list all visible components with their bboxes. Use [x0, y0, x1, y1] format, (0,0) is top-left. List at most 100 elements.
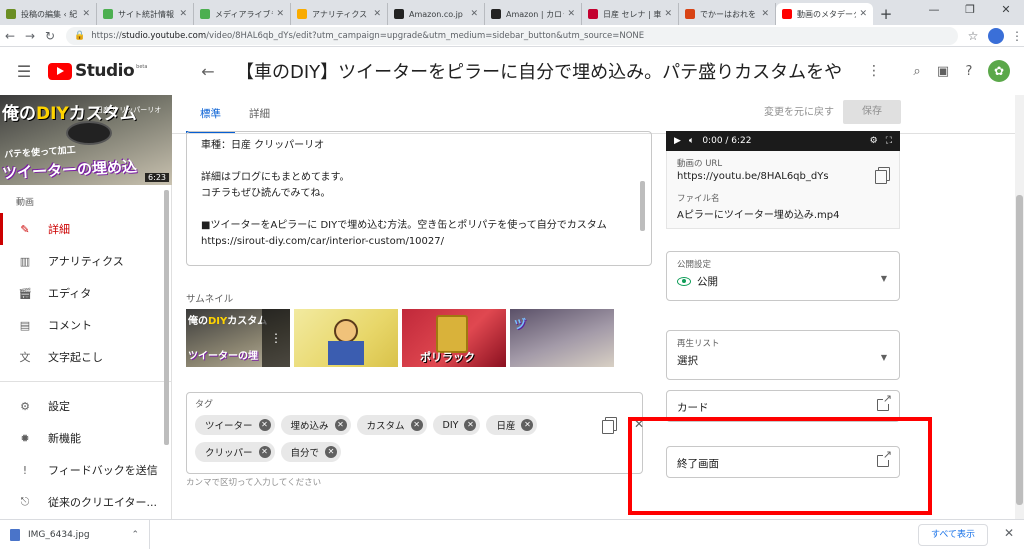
sidebar-item-comments[interactable]: ▤ コメント [0, 309, 172, 341]
close-tab-icon[interactable]: ✕ [567, 9, 575, 19]
tag-chip[interactable]: ツイーター ✕ [195, 415, 275, 435]
create-video-icon[interactable]: ▣ [930, 64, 956, 79]
thumb-text: DIY [208, 316, 228, 327]
close-tab-icon[interactable]: ✕ [82, 9, 90, 19]
url-field[interactable]: 🔒 https://studio.youtube.com/video/8HAL6… [66, 26, 958, 45]
thumbnail-menu-icon[interactable]: ⋮ [262, 309, 290, 367]
tag-chip[interactable]: DIY ✕ [432, 415, 481, 435]
hamburger-menu-icon[interactable]: ☰ [0, 62, 48, 81]
remove-tag-icon[interactable]: ✕ [334, 419, 347, 431]
sidebar-item-label: エディタ [48, 287, 92, 300]
sidebar-item-settings[interactable]: ⚙ 設定 [0, 390, 172, 422]
browser-tab[interactable]: でかーはおれを ✕ [679, 3, 776, 25]
video-thumbnail[interactable]: 俺のDIYカスタム 日産 クリッパーリオ パテを使って加工 ツイーターの埋め込 … [0, 95, 172, 185]
chevron-up-icon[interactable]: ⌃ [131, 530, 139, 540]
sidebar-item-whats-new[interactable]: ✹ 新機能 [0, 422, 172, 454]
translate-icon: 文 [19, 351, 31, 364]
close-tab-icon[interactable]: ✕ [373, 9, 381, 19]
revert-changes-button[interactable]: 変更を元に戻す [764, 101, 834, 125]
youtube-studio-logo[interactable]: Studio beta [48, 61, 188, 81]
download-item[interactable]: IMG_6434.jpg ⌃ [0, 519, 150, 549]
volume-icon[interactable]: 🔈︎ [689, 136, 694, 146]
browser-menu-icon[interactable]: ⋮ [1010, 29, 1024, 43]
browser-tab[interactable]: サイト統計情報 ✕ [97, 3, 194, 25]
close-tab-icon[interactable]: ✕ [179, 9, 187, 19]
copy-tags-icon[interactable] [602, 417, 617, 434]
remove-tag-icon[interactable]: ✕ [521, 419, 534, 431]
help-icon[interactable]: ? [956, 64, 982, 79]
tag-chip[interactable]: 自分で ✕ [280, 442, 342, 462]
show-all-button[interactable]: すべて表示 [917, 524, 988, 546]
fullscreen-icon[interactable]: ⛶ [886, 136, 892, 146]
browser-tab[interactable]: Amazon.co.jp ✕ [388, 3, 485, 25]
sidebar-item-label: アナリティクス [48, 255, 124, 268]
page-scrollbar-thumb[interactable] [1016, 195, 1023, 505]
browser-tab[interactable]: 日産 セレナ | 車 ✕ [582, 3, 679, 25]
browser-tab-active[interactable]: 動画のメタデータ ✕ [776, 3, 873, 25]
browser-tab[interactable]: アナリティクス ✕ [291, 3, 388, 25]
new-tab-button[interactable]: + [873, 3, 899, 25]
copy-url-icon[interactable] [875, 167, 890, 184]
bookmark-star-icon[interactable]: ☆ [964, 29, 982, 43]
close-tab-icon[interactable]: ✕ [761, 9, 769, 19]
favicon-icon [200, 9, 210, 19]
forward-icon[interactable]: → [20, 29, 40, 43]
tab-label: Amazon | カロッ [506, 9, 565, 19]
close-download-bar-icon[interactable]: ✕ [1004, 526, 1014, 540]
maximize-icon[interactable]: ❐ [952, 0, 988, 22]
close-tab-icon[interactable]: ✕ [859, 9, 867, 19]
tag-chip[interactable]: カスタム ✕ [356, 415, 427, 435]
back-icon[interactable]: ← [0, 29, 20, 43]
description-field[interactable]: 車種：日産 クリッパーリオ 詳細はブログにもまとめてます。 コチラもぜひ読んでみ… [186, 131, 652, 266]
minimize-icon[interactable]: — [916, 0, 952, 22]
visibility-select[interactable]: 公開設定 公開 ▼ [666, 251, 900, 301]
back-arrow-icon[interactable]: ← [188, 62, 228, 81]
sidebar-item-subtitles[interactable]: 文 文字起こし [0, 341, 172, 373]
thumbnail-option[interactable] [294, 309, 398, 367]
description-scrollbar[interactable] [640, 181, 645, 231]
tag-chip[interactable]: 埋め込み ✕ [280, 415, 351, 435]
tab-advanced[interactable]: 詳細 [235, 95, 284, 133]
tags-field[interactable]: タグ ツイーター ✕ 埋め込み ✕ カスタム ✕ DIY ✕ 日産 ✕ クリッパー ✕ 自分… [186, 392, 644, 474]
close-tab-icon[interactable]: ✕ [276, 9, 284, 19]
search-icon[interactable]: ⌕ [904, 64, 930, 79]
thumb-subtitle: パテを使って加工 [3, 145, 76, 161]
thumbnail-option[interactable]: ヅ [510, 309, 614, 367]
avatar[interactable]: ✿ [988, 60, 1010, 82]
browser-tab[interactable]: メディアライブラリ✕ [194, 3, 291, 25]
browser-tab[interactable]: 投稿の編集 ‹ 紀 ✕ [0, 3, 97, 25]
download-bar: IMG_6434.jpg ⌃ すべて表示 ✕ [0, 519, 1024, 549]
save-button[interactable]: 保存 [843, 100, 901, 124]
remove-tag-icon[interactable]: ✕ [258, 419, 271, 431]
settings-gear-icon[interactable]: ⚙ [870, 136, 878, 146]
browser-tab[interactable]: Amazon | カロッ ✕ [485, 3, 582, 25]
close-window-icon[interactable]: ✕ [988, 0, 1024, 22]
close-tab-icon[interactable]: ✕ [664, 9, 672, 19]
tab-basic[interactable]: 標準 [186, 95, 235, 133]
sidebar-item-feedback[interactable]: ! フィードバックを送信 [0, 454, 172, 486]
playlist-select[interactable]: 再生リスト 選択 ▼ [666, 330, 900, 380]
favicon-icon [588, 9, 598, 19]
tag-chip[interactable]: クリッパー ✕ [195, 442, 275, 462]
profile-avatar[interactable] [988, 27, 1004, 44]
tag-chip[interactable]: 日産 ✕ [486, 415, 538, 435]
play-icon[interactable]: ▶ [674, 136, 681, 146]
sidebar-item-classic-studio[interactable]: ⎋ 従来のクリエイター... [0, 486, 172, 518]
video-info-card: 動画の URL https://youtu.be/8HAL6qb_dYs ファイ… [666, 151, 900, 229]
remove-tag-icon[interactable]: ✕ [258, 446, 271, 458]
sidebar-item-editor[interactable]: 🎬︎ エディタ [0, 277, 172, 309]
page-scrollbar[interactable] [1015, 95, 1024, 519]
sidebar-item-details[interactable]: ✎ 詳細 [0, 213, 172, 245]
remove-tag-icon[interactable]: ✕ [464, 419, 477, 431]
remove-tag-icon[interactable]: ✕ [325, 446, 338, 458]
favicon-icon [6, 9, 16, 19]
remove-tag-icon[interactable]: ✕ [410, 419, 423, 431]
sidebar-scrollbar[interactable] [164, 190, 169, 445]
close-tab-icon[interactable]: ✕ [470, 9, 478, 19]
thumbnail-option[interactable]: ポリラック [402, 309, 506, 367]
sidebar-item-analytics[interactable]: ▥ アナリティクス [0, 245, 172, 277]
video-url-link[interactable]: https://youtu.be/8HAL6qb_dYs [677, 171, 829, 182]
more-options-icon[interactable]: ⋮ [844, 63, 904, 79]
reload-icon[interactable]: ↻ [40, 29, 60, 43]
thumbnail-option-selected[interactable]: 俺のDIYカスタム ツイーターの埋 ⋮ [186, 309, 290, 367]
